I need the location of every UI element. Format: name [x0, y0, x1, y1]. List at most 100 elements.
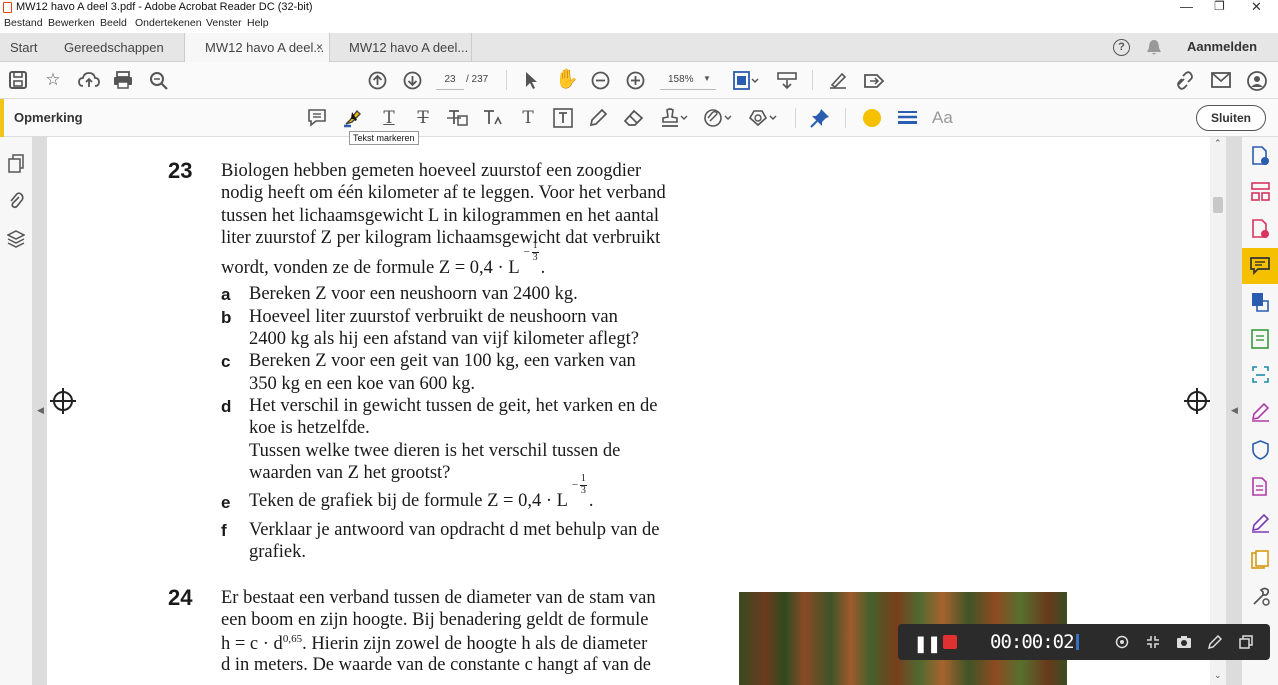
- fullscreen-exit-icon[interactable]: [1146, 635, 1160, 649]
- exponent-denominator: 3: [580, 485, 586, 496]
- document-viewer[interactable]: ◀ 23 Biologen hebben gemeten hoeveel zuu…: [33, 137, 1241, 685]
- organize-pages-icon[interactable]: [1251, 182, 1270, 202]
- vertical-scrollbar[interactable]: ⌃ ⌄: [1210, 137, 1226, 685]
- comment-tool-icon[interactable]: [1250, 257, 1270, 275]
- font-size-icon[interactable]: Aa: [932, 108, 953, 128]
- send-for-review-icon[interactable]: [1251, 550, 1270, 570]
- page-up-icon[interactable]: [368, 71, 387, 90]
- formula-exponent: − 1 3: [572, 473, 596, 506]
- cloud-upload-icon[interactable]: [78, 71, 100, 89]
- edit-pdf-icon[interactable]: [1251, 329, 1270, 349]
- bell-icon[interactable]: [1146, 39, 1162, 56]
- export-pdf-icon[interactable]: [1251, 219, 1270, 239]
- text-box-icon[interactable]: [553, 108, 573, 128]
- close-window-button[interactable]: ✕: [1251, 0, 1262, 15]
- replace-text-icon[interactable]: [447, 109, 469, 127]
- menu-bestand[interactable]: Bestand: [4, 17, 43, 29]
- scroll-down-chevron-icon[interactable]: ⌄: [1214, 670, 1222, 681]
- create-pdf-icon[interactable]: [1251, 146, 1270, 166]
- share-icon[interactable]: [863, 71, 885, 90]
- insert-text-icon[interactable]: [482, 109, 504, 127]
- menu-help[interactable]: Help: [247, 17, 269, 29]
- scroll-mode-icon[interactable]: [777, 71, 797, 90]
- save-icon[interactable]: [9, 71, 27, 89]
- prepare-form-icon[interactable]: [1251, 477, 1270, 497]
- menu-venster[interactable]: Venster: [206, 17, 242, 29]
- subquestion-letter: f: [221, 521, 227, 540]
- subquestion-letter: d: [221, 397, 232, 416]
- zoom-dropdown-chevron-icon[interactable]: ▼: [703, 74, 711, 83]
- protect-icon[interactable]: [1251, 440, 1270, 460]
- eraser-icon[interactable]: [623, 108, 644, 127]
- minimize-button[interactable]: —: [1180, 0, 1193, 14]
- comment-toolbar-title: Opmerking: [14, 110, 83, 125]
- mail-icon[interactable]: [1211, 72, 1231, 88]
- tab-bar: Start Gereedschappen MW12 havo A deel...…: [0, 33, 1278, 62]
- camera-icon[interactable]: [1176, 635, 1192, 649]
- print-icon[interactable]: [113, 71, 133, 89]
- page-number-input[interactable]: 23: [436, 70, 464, 90]
- question-number: 23: [168, 158, 193, 183]
- search-icon[interactable]: [149, 71, 169, 91]
- scroll-up-chevron-icon[interactable]: ⌃: [1214, 138, 1222, 149]
- tab-document-2[interactable]: MW12 havo A deel...: [331, 33, 472, 62]
- question-text-line: d in meters. De waarde van de constante …: [221, 655, 651, 675]
- pen-annotate-icon[interactable]: [1208, 635, 1222, 649]
- tab-start[interactable]: Start: [10, 33, 37, 62]
- question-text-line: een boom en zijn hoogte. Bij benadering …: [221, 610, 649, 630]
- signin-link[interactable]: Aanmelden: [1187, 39, 1257, 54]
- page-down-icon[interactable]: [403, 71, 422, 90]
- pin-icon[interactable]: [810, 108, 830, 128]
- page-thumbnails-icon[interactable]: [8, 154, 25, 173]
- collapse-left-panel-icon[interactable]: ◀: [37, 405, 44, 416]
- highlight-text-icon[interactable]: [343, 108, 363, 128]
- line-weight-icon[interactable]: [898, 110, 917, 125]
- shapes-icon[interactable]: [748, 108, 778, 128]
- subquestion-text: grafiek.: [249, 542, 307, 562]
- tab-tools[interactable]: Gereedschappen: [64, 33, 164, 62]
- fill-and-sign-icon[interactable]: [1251, 402, 1270, 422]
- underline-text-icon[interactable]: T: [378, 107, 400, 129]
- more-tools-icon[interactable]: [1251, 587, 1270, 607]
- menu-beeld[interactable]: Beeld: [100, 17, 127, 29]
- layers-icon[interactable]: [7, 229, 25, 248]
- link-icon[interactable]: [1175, 71, 1197, 90]
- minimize-recorder-icon[interactable]: [1239, 635, 1253, 649]
- combine-files-icon[interactable]: [1251, 292, 1270, 312]
- zoom-in-icon[interactable]: [626, 71, 645, 90]
- attachment-icon[interactable]: [9, 191, 24, 210]
- collapse-right-panel-icon[interactable]: ◀: [1231, 405, 1238, 416]
- stamp-icon[interactable]: [660, 108, 688, 128]
- zoom-out-icon[interactable]: [591, 71, 610, 90]
- help-icon[interactable]: ?: [1113, 39, 1130, 56]
- request-signature-icon[interactable]: [1251, 513, 1270, 533]
- menu-bewerken[interactable]: Bewerken: [48, 17, 95, 29]
- scrollbar-thumb[interactable]: [1213, 197, 1223, 213]
- menu-ondertekenen[interactable]: Ondertekenen: [135, 17, 202, 29]
- pencil-icon[interactable]: [589, 108, 608, 127]
- comment-toolbar: Opmerking T T T Aa: [0, 99, 1278, 137]
- sticky-note-icon[interactable]: [308, 109, 326, 127]
- strikethrough-text-icon[interactable]: T: [412, 107, 434, 129]
- crosshair-target-icon: [50, 388, 76, 414]
- pause-icon[interactable]: ❚❚: [914, 634, 941, 654]
- tab-close-icon[interactable]: ×: [316, 33, 323, 62]
- attach-file-icon[interactable]: [703, 108, 733, 128]
- color-picker-swatch[interactable]: [863, 109, 881, 127]
- select-cursor-icon[interactable]: [524, 71, 538, 90]
- restore-button[interactable]: ❐: [1214, 0, 1225, 13]
- exponent-minus: −: [523, 246, 530, 258]
- close-comment-toolbar-button[interactable]: Sluiten: [1196, 105, 1266, 131]
- hand-tool-icon[interactable]: ✋: [555, 69, 579, 91]
- question-text-rest: . Hierin zijn zowel de hoogte h als de d…: [302, 634, 648, 655]
- fit-page-icon[interactable]: [733, 71, 759, 90]
- fill-sign-icon[interactable]: [828, 71, 848, 90]
- account-icon[interactable]: [1246, 70, 1268, 92]
- recording-timer: 00:00:02: [990, 631, 1075, 653]
- add-text-icon[interactable]: T: [517, 107, 539, 129]
- scan-ocr-icon[interactable]: [1251, 365, 1270, 385]
- webcam-icon[interactable]: [1115, 635, 1129, 649]
- star-icon[interactable]: ☆: [42, 69, 64, 91]
- tab-document-active[interactable]: MW12 havo A deel... ×: [184, 33, 330, 62]
- stop-recording-button[interactable]: [943, 635, 957, 649]
